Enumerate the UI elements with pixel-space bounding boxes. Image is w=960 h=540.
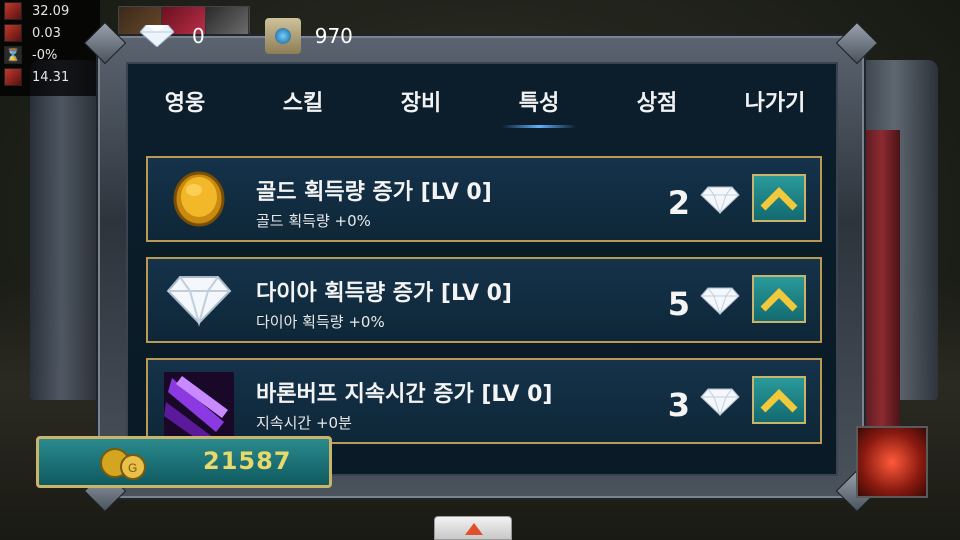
triangle-up-icon [465,523,483,535]
arrow-icon [4,68,22,86]
expand-handle-button[interactable] [434,516,512,540]
gold-balance-bar: G 21587 [36,436,332,488]
diamond-count: 0 [192,24,205,48]
sword-icon [4,2,22,20]
diamond-icon [700,287,740,315]
left-pillar [30,60,100,400]
diamond-icon [140,25,174,47]
trait-row-baron-buff: 바론버프 지속시간 증가 [LV 0] 지속시간 +0분 3 [146,358,822,444]
stat-value: 14.31 [32,69,70,85]
tab-hero[interactable]: 영웅 [126,84,244,128]
scroll-icon [264,18,301,54]
diamond-icon [700,186,740,214]
hourglass-icon: ⌛ [4,46,22,64]
gold-coins-icon: G [100,448,146,480]
trait-cost: 3 [667,386,690,424]
trait-description: 골드 획득량 +0% [256,212,371,230]
stat-attack-damage: 32.09 [0,0,100,22]
stat-cooldown: ⌛ -0% [0,44,100,66]
gold-amount: 21587 [203,447,292,475]
trait-row-gold: 골드 획득량 증가 [LV 0] 골드 획득량 +0% 2 [146,156,822,242]
red-banner [864,130,900,430]
trait-row-diamond: 다이아 획득량 증가 [LV 0] 다이아 획득량 +0% 5 [146,257,822,343]
buff-skill-icon [164,372,234,442]
trait-title: 골드 획득량 증가 [LV 0] [256,180,492,205]
stat-value: 32.09 [32,3,70,19]
skill-button[interactable] [856,426,928,498]
diamond-icon [700,388,740,416]
player-stats-panel: 32.09 0.03 ⌛ -0% 14.31 [0,0,100,96]
frame-corner [835,21,879,65]
upgrade-button[interactable] [752,376,806,424]
chevron-up-icon [760,288,798,312]
trait-title: 다이아 획득량 증가 [LV 0] [256,281,512,306]
upgrade-button[interactable] [752,174,806,222]
stat-value: -0% [32,47,58,63]
trait-title: 바론버프 지속시간 증가 [LV 0] [256,382,553,407]
diamond-icon [166,276,232,327]
trait-description: 다이아 획득량 +0% [256,313,385,331]
trait-cost: 5 [667,285,690,323]
tab-bar: 영웅 스킬 장비 특성 상점 나가기 [126,84,834,128]
stat-value: 0.03 [32,25,61,41]
chevron-up-icon [760,389,798,413]
gold-coin-icon [173,171,225,227]
tab-shop[interactable]: 상점 [598,84,716,128]
trait-description: 지속시간 +0분 [256,414,352,432]
tab-equipment[interactable]: 장비 [362,84,480,128]
svg-text:G: G [128,461,137,475]
trait-cost: 2 [667,184,690,222]
attack-icon [4,24,22,42]
scroll-count: 970 [314,24,353,48]
tab-skill[interactable]: 스킬 [244,84,362,128]
currency-header: 0 970 [140,18,353,54]
chevron-up-icon [760,187,798,211]
upgrade-button[interactable] [752,275,806,323]
stat-range: 14.31 [0,66,100,88]
tab-exit[interactable]: 나가기 [716,84,834,128]
tab-traits[interactable]: 특성 [480,84,598,128]
